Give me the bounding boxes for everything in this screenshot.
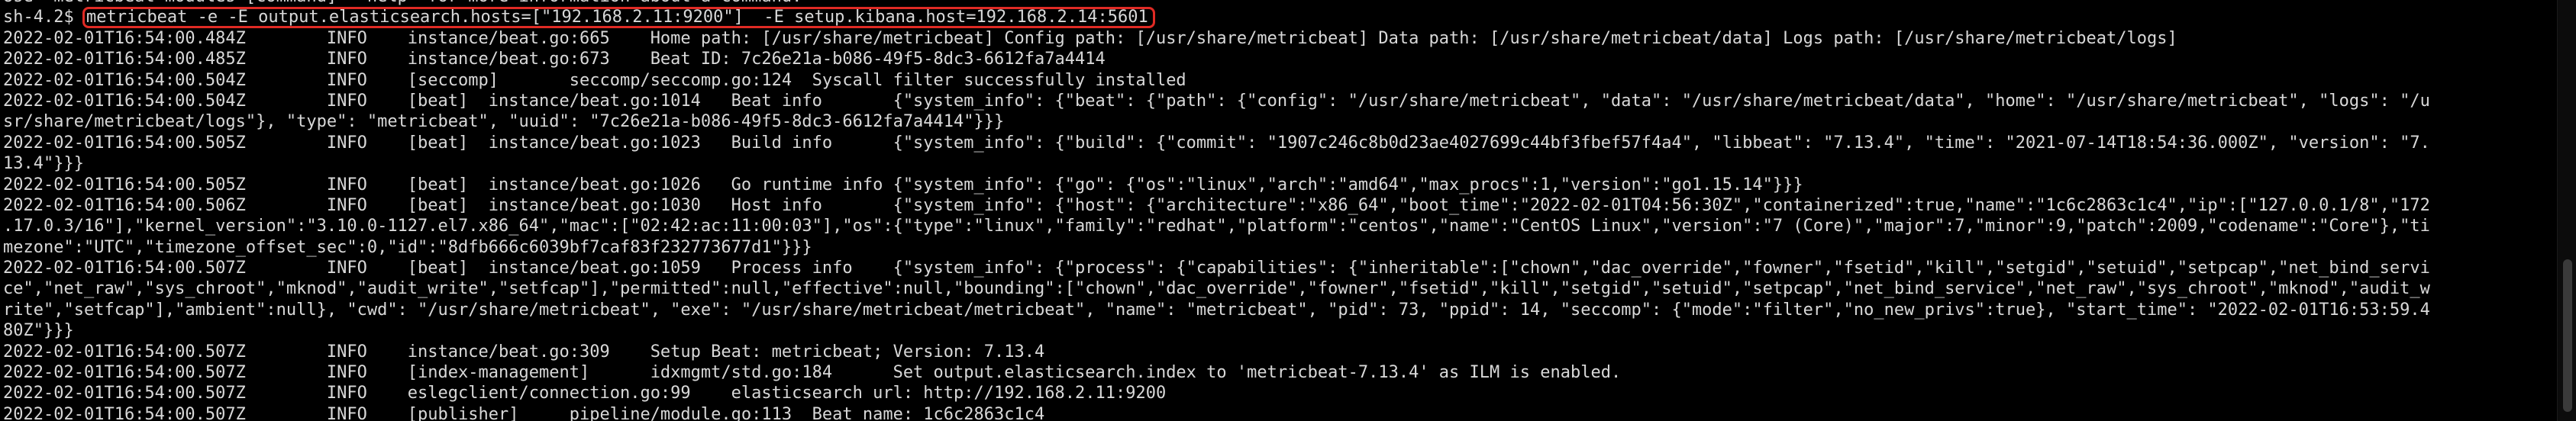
log-line: 2022-02-01T16:54:00.484Z INFO instance/b… (3, 28, 2177, 48)
log-line: 2022-02-01T16:54:00.507Z INFO [beat] ins… (3, 259, 2430, 278)
log-line: 2022-02-01T16:54:00.506Z INFO [beat] ins… (3, 195, 2430, 215)
log-line-wrap: mezone":"UTC","timezone_offset_sec":0,"i… (3, 237, 812, 257)
terminal-window[interactable]: Use "metricbeat modules [command] --help… (0, 0, 2576, 421)
log-line-wrap: 80Z"}}} (3, 321, 74, 341)
highlighted-command[interactable]: metricbeat -e -E output.elasticsearch.ho… (82, 7, 1155, 29)
log-line: 2022-02-01T16:54:00.485Z INFO instance/b… (3, 50, 1106, 69)
terminal-prompt-line[interactable]: sh-4.2$ metricbeat -e -E output.elastics… (0, 7, 2576, 29)
terminal-line-help-hint: Use "metricbeat modules [command] --help… (0, 0, 2576, 7)
log-line-wrap: sr/share/metricbeat/logs"}, "type": "met… (3, 112, 1005, 132)
log-line: 2022-02-01T16:54:00.504Z INFO [beat] ins… (3, 91, 2430, 111)
log-line: 2022-02-01T16:54:00.507Z INFO eslegclien… (3, 384, 1167, 403)
log-line-wrap: ce","net_raw","sys_chroot","mknod","audi… (3, 279, 2430, 299)
log-line-wrap: 13.4"}}} (3, 154, 84, 174)
log-line: 2022-02-01T16:54:00.507Z INFO [index-man… (3, 363, 1622, 383)
log-line-wrap: .17.0.3/16"],"kernel_version":"3.10.0-11… (3, 217, 2430, 236)
log-line-wrap: rite","setfcap"],"ambient":null}, "cwd":… (3, 300, 2430, 320)
log-line: 2022-02-01T16:54:00.507Z INFO instance/b… (3, 342, 1045, 362)
scrollbar-thumb[interactable] (2563, 259, 2572, 412)
log-line: 2022-02-01T16:54:00.505Z INFO [beat] ins… (3, 175, 1803, 194)
log-line: 2022-02-01T16:54:00.505Z INFO [beat] ins… (3, 133, 2430, 153)
vertical-scrollbar[interactable] (2557, 0, 2576, 421)
shell-prompt: sh-4.2$ (3, 8, 84, 27)
log-line: 2022-02-01T16:54:00.504Z INFO [seccomp] … (3, 70, 1186, 90)
log-line: 2022-02-01T16:54:00.507Z INFO [publisher… (3, 404, 1045, 421)
